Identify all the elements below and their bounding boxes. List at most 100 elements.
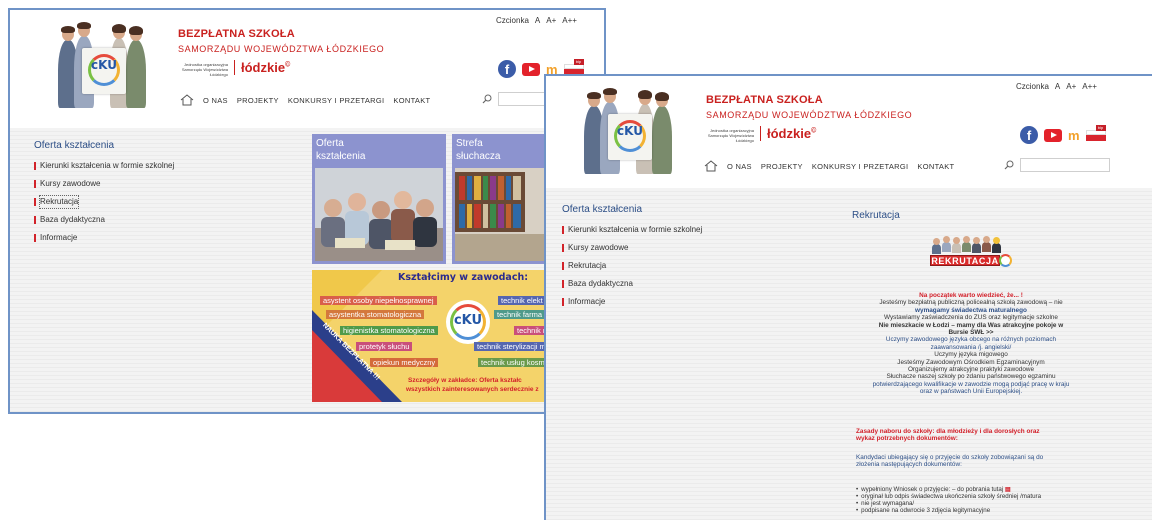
tile-strefa-line2: słuchacza bbox=[456, 151, 501, 162]
sidebar-item-rekrutacja[interactable]: Rekrutacja bbox=[562, 260, 702, 278]
sidebar-item-kursy[interactable]: Kursy zawodowe bbox=[562, 242, 702, 260]
intro-line: Organizujemy atrakcyjne praktyki zawodow… bbox=[907, 366, 1035, 374]
sidebar-item-baza[interactable]: Baza dydaktyczna bbox=[34, 214, 174, 232]
documents-list: wypełniony Wniosek o przyjęcie: – do pob… bbox=[856, 486, 1041, 514]
facebook-icon[interactable]: f bbox=[1020, 126, 1038, 144]
intro-line: Jesteśmy Zawodowym Ośrodkiem Egzaminacyj… bbox=[897, 358, 1045, 366]
tile-oferta[interactable]: Oferta kształcenia bbox=[312, 134, 446, 264]
font-size-normal[interactable]: A bbox=[535, 16, 540, 25]
ck-logo-icon bbox=[999, 254, 1012, 267]
nav-konkursy[interactable]: KONKURSY I PRZETARGI bbox=[812, 162, 909, 171]
school-logo[interactable]: cKU bbox=[52, 18, 152, 110]
font-size-large[interactable]: A+ bbox=[546, 16, 556, 25]
lodzkie-logo[interactable]: łódzkie© bbox=[234, 60, 290, 75]
intro-line: Słuchacze naszej szkoły po zdaniu państw… bbox=[886, 373, 1056, 381]
sidebar-item-kierunki[interactable]: Kierunki kształcenia w formie szkolnej bbox=[562, 224, 702, 242]
font-size-normal[interactable]: A bbox=[1055, 82, 1060, 91]
brand-line1: BEZPŁATNA SZKOŁA bbox=[178, 28, 295, 40]
sidebar-menu: Kierunki kształcenia w formie szkolnej K… bbox=[562, 224, 702, 314]
nav-o-nas[interactable]: O NAS bbox=[727, 162, 752, 171]
rekrutacja-window: cKU BEZPŁATNA SZKOŁA SAMORZĄDU WOJEWÓDZT… bbox=[544, 74, 1152, 520]
sidebar-item-informacje[interactable]: Informacje bbox=[562, 296, 702, 314]
main-nav: O NAS PROJEKTY KONKURSY I PRZETARGI KONT… bbox=[704, 160, 954, 172]
sidebar-item-label: Baza dydaktyczna bbox=[568, 279, 633, 288]
site-header: cKU BEZPŁATNA SZKOŁA SAMORZĄDU WOJEWÓDZT… bbox=[546, 76, 1152, 194]
bip-flag-icon[interactable]: bip bbox=[1085, 125, 1106, 142]
nav-o-nas[interactable]: O NAS bbox=[203, 96, 228, 105]
sidebar-item-label: Kierunki kształcenia w formie szkolnej bbox=[40, 161, 175, 170]
sidebar-item-informacje[interactable]: Informacje bbox=[34, 232, 174, 250]
social-links: f m bip bbox=[1020, 125, 1106, 144]
logo-text: cKU bbox=[617, 124, 643, 138]
sidebar-item-label: Kursy zawodowe bbox=[568, 243, 629, 252]
intro-text: Na początek warto wiedzieć, że... ! Jest… bbox=[846, 292, 1096, 396]
intro-line: Wystawiamy zaświadczenia do ZUS oraz leg… bbox=[884, 314, 1058, 322]
org-text: Jednostka organizacyjna Samorządu Wojewó… bbox=[181, 62, 228, 77]
youtube-icon[interactable] bbox=[1044, 128, 1062, 142]
rekrutacja-label: REKRUTACJA bbox=[930, 255, 1000, 266]
school-logo[interactable]: cKU bbox=[578, 84, 678, 176]
search-icon[interactable] bbox=[482, 94, 492, 104]
sidebar-item-label: Informacje bbox=[40, 233, 78, 242]
nav-projekty[interactable]: PROJEKTY bbox=[761, 162, 803, 171]
nav-projekty[interactable]: PROJEKTY bbox=[237, 96, 279, 105]
page-title: Rekrutacja bbox=[852, 210, 900, 221]
search-icon[interactable] bbox=[1004, 160, 1014, 170]
intro-heading: Na początek warto wiedzieć, że... ! bbox=[919, 292, 1023, 299]
bursa-link[interactable]: Bursie SWŁ >> bbox=[846, 329, 1096, 336]
mn-icon[interactable]: m bbox=[1068, 128, 1080, 143]
sidebar-title: Oferta kształcenia bbox=[34, 140, 115, 151]
intro-line: Uczymy języka migowego bbox=[934, 351, 1008, 359]
document-item: oryginał lub odpis świadectwa ukończenia… bbox=[856, 493, 1041, 500]
intro-line: potwierdzającego kwalifikacje w zawodzie… bbox=[872, 380, 1070, 388]
nav-konkursy[interactable]: KONKURSY I PRZETARGI bbox=[288, 96, 385, 105]
sidebar-item-kursy[interactable]: Kursy zawodowe bbox=[34, 178, 174, 196]
download-link[interactable]: wypełniony Wniosek o przyjęcie: – do pob… bbox=[861, 486, 1003, 493]
sidebar-title: Oferta kształcenia bbox=[562, 204, 643, 215]
banner-title: Kształcimy w zawodach: bbox=[398, 272, 529, 283]
rules-line1: Zasady naboru do szkoły: dla młodzieży i… bbox=[856, 428, 1040, 435]
rekrutacja-banner: REKRUTACJA bbox=[926, 234, 1014, 270]
intro-line: oraz w państwach Unii Europejskiej. bbox=[919, 388, 1023, 396]
lodzkie-logo[interactable]: łódzkie© bbox=[760, 126, 816, 141]
facebook-icon[interactable]: f bbox=[498, 60, 516, 78]
font-size-xlarge[interactable]: A++ bbox=[1082, 82, 1097, 91]
sidebar-menu: Kierunki kształcenia w formie szkolnej K… bbox=[34, 160, 174, 250]
logo-text: cKU bbox=[91, 58, 117, 72]
intro-line: Jesteśmy bezpłatną publiczną policealną … bbox=[879, 299, 1063, 307]
search-input[interactable] bbox=[1020, 158, 1110, 172]
home-icon[interactable] bbox=[180, 94, 194, 106]
sidebar-item-label: Rekrutacja bbox=[38, 195, 80, 209]
pdf-icon[interactable]: ▤ bbox=[1005, 486, 1011, 493]
profession-protetyk: protetyk słuchu bbox=[356, 342, 413, 351]
profession-technik-sterylizacji: technik sterylizacji m bbox=[474, 342, 549, 351]
main-nav: O NAS PROJEKTY KONKURSY I PRZETARGI KONT… bbox=[180, 94, 430, 106]
org-text: Jednostka organizacyjna Samorządu Wojewó… bbox=[707, 128, 754, 143]
sidebar-item-label: Baza dydaktyczna bbox=[40, 215, 105, 224]
sidebar-item-label: Informacje bbox=[568, 297, 606, 306]
font-size-xlarge[interactable]: A++ bbox=[562, 16, 577, 25]
tile-strefa-line1: Strefa bbox=[456, 138, 483, 149]
youtube-icon[interactable] bbox=[522, 62, 540, 76]
sidebar-item-baza[interactable]: Baza dydaktyczna bbox=[562, 278, 702, 296]
banner-footer-line1: Szczegóły w zakładce: Oferta kształc bbox=[408, 377, 522, 384]
nav-kontakt[interactable]: KONTAKT bbox=[917, 162, 954, 171]
document-item-cont: nie jest wymagana/ bbox=[856, 500, 1041, 507]
tile-strefa-title: Strefa słuchacza bbox=[456, 137, 500, 163]
sidebar-item-rekrutacja[interactable]: Rekrutacja bbox=[34, 195, 174, 214]
font-size-controls: Czcionka A A+ A++ bbox=[496, 16, 577, 25]
profession-technik-uslug: technik usług kosm bbox=[478, 358, 548, 367]
tile-oferta-line1: Oferta bbox=[316, 138, 344, 149]
intro-line: wymagamy świadectwa maturalnego bbox=[915, 306, 1027, 314]
sidebar-item-kierunki[interactable]: Kierunki kształcenia w formie szkolnej bbox=[34, 160, 174, 178]
home-icon[interactable] bbox=[704, 160, 718, 172]
students-classroom-photo bbox=[315, 168, 443, 261]
ck-board: cKU bbox=[82, 48, 126, 94]
banner-logo-text: cKU bbox=[453, 313, 483, 328]
profession-technik-farmacji: technik farma bbox=[494, 310, 546, 319]
font-size-label: Czcionka bbox=[496, 16, 529, 25]
nav-kontakt[interactable]: KONTAKT bbox=[393, 96, 430, 105]
intro-line: zaawansowania /j. angielski/ bbox=[930, 343, 1012, 351]
font-size-large[interactable]: A+ bbox=[1066, 82, 1076, 91]
brand-line2: SAMORZĄDU WOJEWÓDZTWA ŁÓDZKIEGO bbox=[178, 44, 385, 54]
